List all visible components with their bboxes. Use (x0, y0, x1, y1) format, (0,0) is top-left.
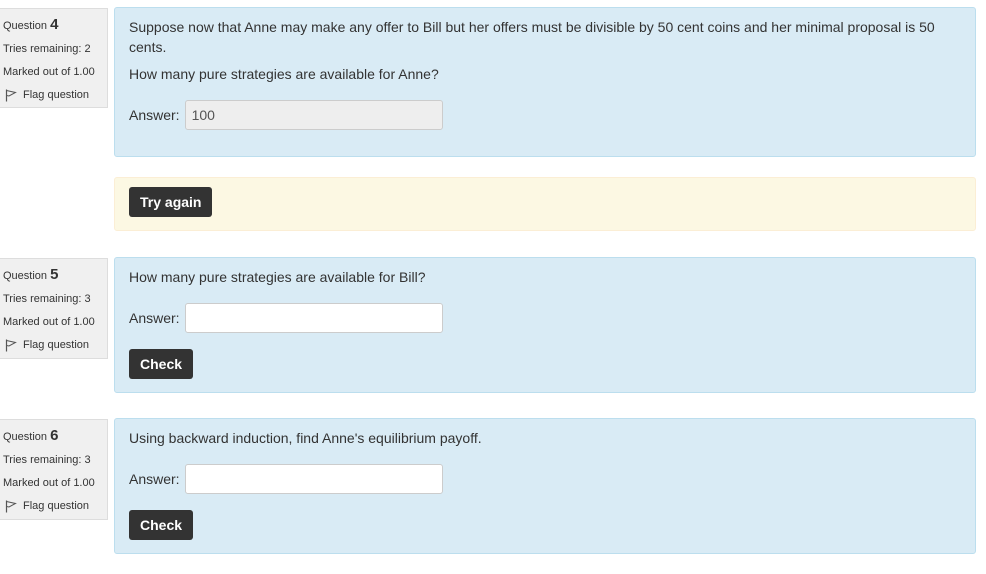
question-prompt: How many pure strategies are available f… (129, 66, 439, 82)
marked-out-of: Marked out of 1.00 (3, 316, 95, 328)
answer-label: Answer: (129, 107, 180, 123)
question-number: Question 4 (3, 16, 59, 33)
answer-input[interactable] (184, 303, 443, 333)
question-text: How many pure strategies are available f… (129, 269, 426, 285)
question-info-5: Question 5 Tries remaining: 3 Marked out… (0, 258, 108, 359)
answer-row: Answer: (129, 303, 961, 333)
answer-label: Answer: (129, 471, 180, 487)
answer-input[interactable] (184, 464, 443, 494)
tries-remaining: Tries remaining: 3 (3, 454, 91, 466)
question-text: Using backward induction, find Anne's eq… (129, 430, 482, 446)
try-again-button[interactable]: Try again (129, 187, 213, 217)
tries-remaining: Tries remaining: 3 (3, 293, 91, 305)
flag-question-link[interactable]: Flag question (3, 334, 107, 357)
question-info-4: Question 4 Tries remaining: 2 Marked out… (0, 8, 108, 108)
answer-row: Answer: (129, 100, 961, 130)
flag-icon (5, 89, 17, 102)
question-info-6: Question 6 Tries remaining: 3 Marked out… (0, 419, 108, 520)
question-text: Suppose now that Anne may make any offer… (129, 19, 935, 55)
flag-question-link[interactable]: Flag question (3, 84, 107, 107)
flag-icon (5, 339, 17, 352)
check-button[interactable]: Check (129, 510, 194, 540)
answer-label: Answer: (129, 310, 180, 326)
marked-out-of: Marked out of 1.00 (3, 477, 95, 489)
question-content-6: Using backward induction, find Anne's eq… (114, 418, 976, 554)
flag-icon (5, 500, 17, 513)
question-number: Question 6 (3, 427, 59, 444)
answer-row: Answer: (129, 464, 961, 494)
flag-question-link[interactable]: Flag question (3, 495, 107, 518)
question-content-4: Suppose now that Anne may make any offer… (114, 7, 976, 157)
question-number: Question 5 (3, 266, 59, 283)
feedback-box: Try again (114, 177, 976, 231)
tries-remaining: Tries remaining: 2 (3, 43, 91, 55)
check-button[interactable]: Check (129, 349, 194, 379)
marked-out-of: Marked out of 1.00 (3, 66, 95, 78)
answer-input[interactable] (184, 100, 443, 130)
question-content-5: How many pure strategies are available f… (114, 257, 976, 393)
